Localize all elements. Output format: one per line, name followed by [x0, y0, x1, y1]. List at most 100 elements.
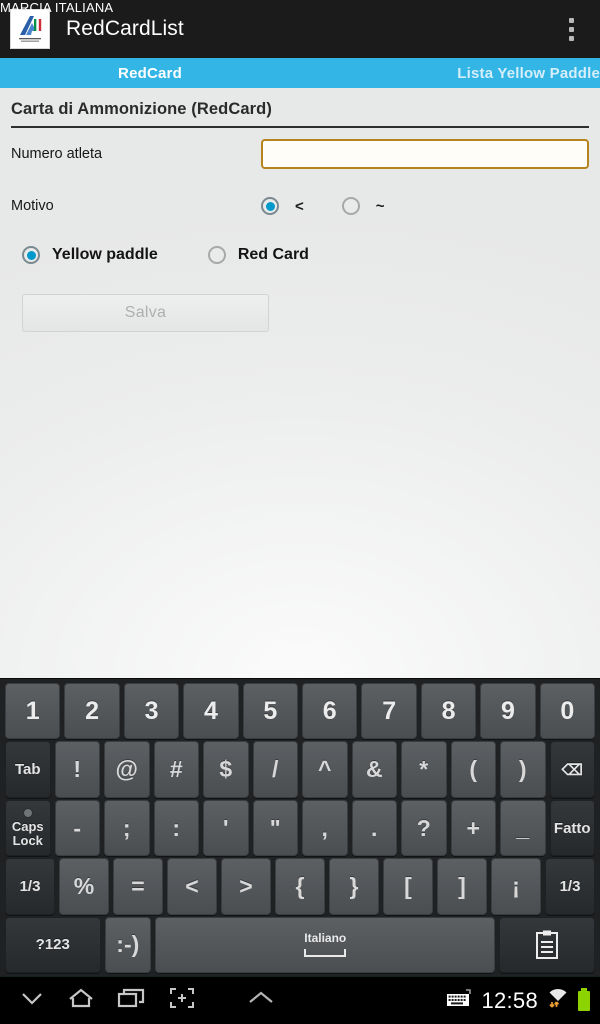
status-clock: 12:58: [481, 987, 538, 1013]
athlete-number-input[interactable]: [261, 139, 589, 169]
motivo-label: Motivo: [11, 198, 54, 214]
key-semicolon[interactable]: ;: [104, 799, 150, 857]
key-caps-lock-label: Caps Lock: [11, 819, 44, 849]
key-4[interactable]: 4: [183, 683, 239, 740]
key-page-left[interactable]: 1/3: [5, 858, 55, 915]
key-apostrophe[interactable]: ': [203, 799, 249, 857]
key-5[interactable]: 5: [242, 683, 299, 740]
key-underscore[interactable]: _: [500, 799, 546, 857]
keyboard-icon[interactable]: [446, 988, 472, 1013]
key-less-than[interactable]: <: [167, 858, 217, 915]
key-brace-close[interactable]: }: [329, 858, 379, 915]
chevron-up-icon[interactable]: [244, 988, 278, 1013]
keyboard-row-symbols-2: Caps Lock -;: ' ",.? + _ Fatto: [3, 799, 597, 857]
card-type-option-yellow[interactable]: Yellow paddle: [22, 246, 158, 264]
chevron-down-icon[interactable]: [18, 987, 46, 1014]
tab-bar: RedCard Lista Yellow Paddle: [0, 58, 600, 88]
radio-yellow-paddle[interactable]: [22, 246, 40, 264]
battery-icon: [578, 987, 590, 1011]
onscreen-keyboard: 1234567890 Tab! @ # $ / ^ & *() ⌫ Caps Lock -;: ' ",…: [0, 678, 600, 976]
key-bracket-open[interactable]: [: [383, 858, 433, 915]
fidal-logo-icon: [10, 9, 50, 49]
key-6[interactable]: 6: [302, 683, 358, 740]
key-caps-lock[interactable]: Caps Lock: [5, 799, 51, 857]
key-clipboard[interactable]: [499, 916, 595, 974]
motivo-options: < ~: [261, 197, 423, 215]
key-tab[interactable]: Tab: [5, 741, 51, 798]
keyboard-row-symbols-1: Tab! @ # $ / ^ & *() ⌫: [3, 741, 597, 798]
motivo-row: Motivo < ~: [11, 180, 589, 232]
key-inverted-exclam[interactable]: ¡: [491, 858, 541, 915]
keyboard-row-symbols-3: 1/3% = < >{}[] ¡ 1/3: [3, 858, 597, 915]
motivo-option-2[interactable]: ~: [341, 197, 385, 215]
space-bracket-icon: [304, 949, 347, 958]
key-emoji[interactable]: :-): [104, 916, 152, 974]
key-done[interactable]: Fatto: [549, 799, 595, 857]
home-icon[interactable]: [66, 986, 96, 1015]
overflow-menu-icon[interactable]: [556, 11, 586, 47]
wifi-icon: [547, 987, 569, 1014]
key-2[interactable]: 2: [64, 683, 120, 740]
key-exclam[interactable]: !: [54, 741, 100, 798]
key-colon[interactable]: :: [153, 799, 199, 857]
keyboard-row-bottom: ?123 :-) Italiano: [3, 916, 597, 974]
backspace-icon[interactable]: ⌫: [549, 741, 595, 798]
key-space[interactable]: Italiano: [155, 916, 496, 974]
athlete-number-label: Numero atleta: [11, 146, 103, 162]
caps-lock-indicator: [22, 808, 33, 819]
key-period[interactable]: .: [351, 799, 397, 857]
key-9[interactable]: 9: [480, 683, 536, 740]
card-type-row: Yellow paddle Red Card: [11, 232, 589, 264]
key-0[interactable]: 0: [539, 683, 596, 740]
key-bracket-close[interactable]: ]: [437, 858, 487, 915]
key-paren-open[interactable]: (: [450, 741, 496, 798]
nav-expand-area: [196, 988, 446, 1013]
key-3[interactable]: 3: [123, 683, 180, 740]
main-content: Carta di Ammonizione (RedCard) Numero at…: [0, 88, 600, 678]
key-caret[interactable]: ^: [302, 741, 348, 798]
card-type-option-red[interactable]: Red Card: [207, 246, 309, 264]
key-symbols[interactable]: ?123: [5, 916, 101, 974]
key-page-right[interactable]: 1/3: [545, 858, 595, 915]
action-bar: MARCIA ITALIANA RedCardList: [0, 0, 600, 58]
key-space-label: Italiano: [304, 931, 347, 946]
key-question[interactable]: ?: [401, 799, 447, 857]
key-hash[interactable]: #: [153, 741, 199, 798]
motivo-option-1-label: <: [295, 197, 304, 215]
key-dollar[interactable]: $: [203, 741, 249, 798]
radio-motivo-1[interactable]: [261, 197, 279, 215]
section-title: Carta di Ammonizione (RedCard): [11, 100, 272, 118]
key-plus[interactable]: +: [450, 799, 496, 857]
clipboard-icon: [536, 930, 559, 959]
system-navigation-bar: 12:58: [0, 976, 600, 1024]
key-1[interactable]: 1: [5, 683, 61, 740]
card-type-red-label: Red Card: [237, 246, 309, 263]
key-quote[interactable]: ": [252, 799, 298, 857]
motivo-option-1[interactable]: <: [261, 197, 304, 215]
tab-redcard[interactable]: RedCard: [0, 58, 300, 88]
key-percent[interactable]: %: [59, 858, 109, 915]
save-button[interactable]: Salva: [22, 294, 269, 332]
status-icons: 12:58: [446, 987, 600, 1014]
radio-motivo-2[interactable]: [341, 197, 360, 215]
recents-icon[interactable]: [116, 986, 148, 1015]
motivo-option-2-label: ~: [375, 197, 385, 215]
radio-red-card[interactable]: [207, 246, 226, 264]
key-slash[interactable]: /: [252, 741, 298, 798]
tab-lista-yellow-paddle[interactable]: Lista Yellow Paddle: [300, 58, 600, 88]
key-greater-than[interactable]: >: [221, 858, 271, 915]
screenshot-icon[interactable]: [168, 986, 196, 1015]
key-comma[interactable]: ,: [302, 799, 348, 857]
key-hyphen[interactable]: -: [54, 799, 100, 857]
key-asterisk[interactable]: *: [401, 741, 447, 798]
keyboard-row-numbers: 1234567890: [3, 683, 597, 740]
key-brace-open[interactable]: {: [275, 858, 325, 915]
key-ampersand[interactable]: &: [351, 741, 397, 798]
key-paren-close[interactable]: ): [500, 741, 546, 798]
athlete-number-row: Numero atleta: [11, 128, 589, 180]
key-7[interactable]: 7: [361, 683, 417, 740]
nav-buttons: [0, 986, 196, 1015]
key-equals[interactable]: =: [113, 858, 163, 915]
key-at[interactable]: @: [104, 741, 150, 798]
key-8[interactable]: 8: [420, 683, 477, 740]
